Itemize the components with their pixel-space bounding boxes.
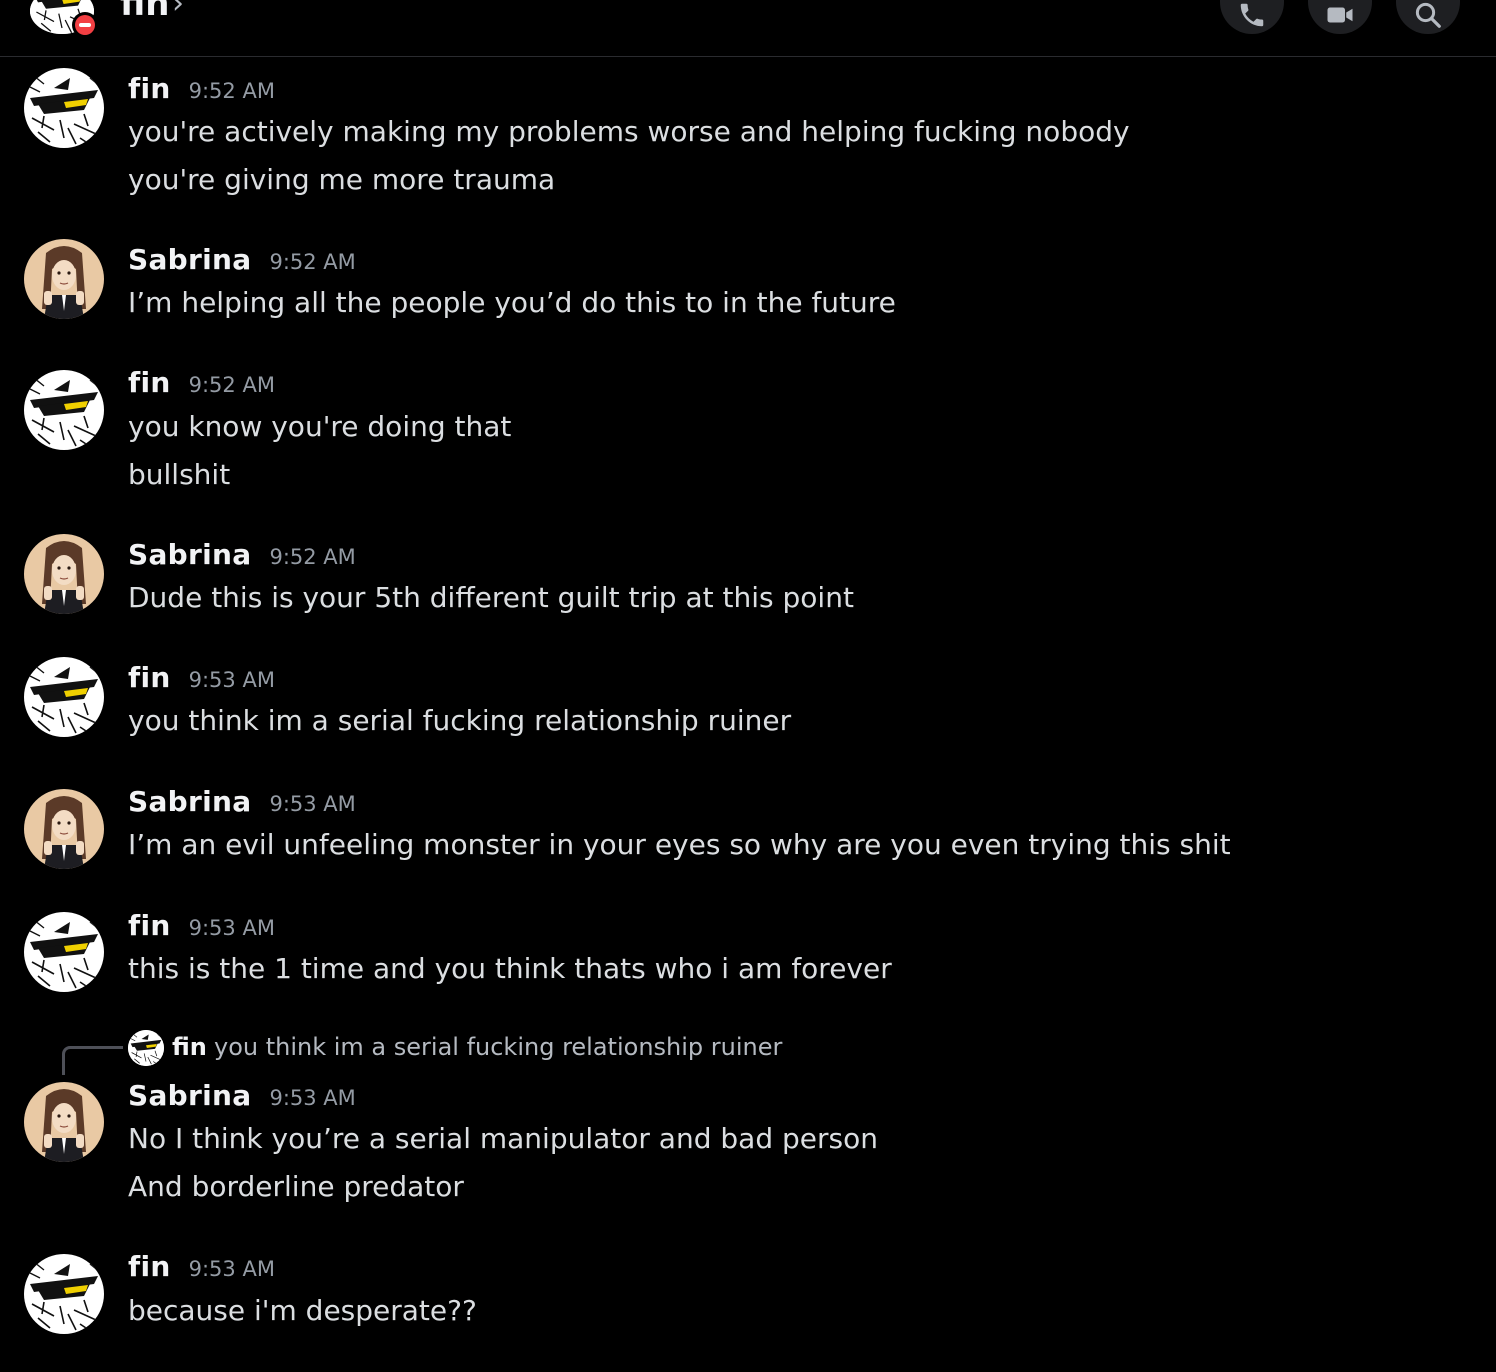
message-meta: fin 9:53 AM bbox=[128, 909, 275, 945]
message-meta: Sabrina 9:52 AM bbox=[128, 538, 356, 574]
author-name[interactable]: fin bbox=[128, 72, 171, 105]
fin-avatar[interactable] bbox=[24, 370, 104, 450]
author-name[interactable]: fin bbox=[128, 909, 171, 942]
message-text: Dude this is your 5th different guilt tr… bbox=[128, 581, 854, 614]
message-meta: fin 9:53 AM bbox=[128, 1250, 275, 1286]
reply-avatar bbox=[128, 1030, 164, 1066]
video-camera-icon bbox=[1327, 7, 1353, 23]
search-icon bbox=[1415, 2, 1441, 28]
message-text: bullshit bbox=[128, 458, 231, 491]
timestamp: 9:52 AM bbox=[188, 373, 275, 397]
message-text: And borderline predator bbox=[128, 1170, 464, 1203]
search-button[interactable] bbox=[1396, 0, 1460, 34]
message-text: because i'm desperate?? bbox=[128, 1294, 477, 1327]
message-text: you think im a serial fucking relationsh… bbox=[128, 704, 792, 737]
timestamp: 9:53 AM bbox=[269, 1086, 356, 1110]
message-text: I’m an evil unfeeling monster in your ey… bbox=[128, 828, 1231, 861]
call-button[interactable] bbox=[1220, 0, 1284, 34]
chat-window: fin › fin 9:52 AM you're actively making… bbox=[0, 0, 1496, 1372]
fin-avatar[interactable] bbox=[24, 657, 104, 737]
sabrina-avatar[interactable] bbox=[24, 239, 104, 319]
chevron-right-icon[interactable]: › bbox=[172, 0, 184, 21]
message-meta: Sabrina 9:52 AM bbox=[128, 243, 356, 279]
timestamp: 9:53 AM bbox=[188, 1257, 275, 1281]
timestamp: 9:52 AM bbox=[269, 545, 356, 569]
message-meta: fin 9:53 AM bbox=[128, 661, 275, 697]
author-name[interactable]: fin bbox=[128, 1250, 171, 1283]
message-text: No I think you’re a serial manipulator a… bbox=[128, 1122, 878, 1155]
message-text: you're actively making my problems worse… bbox=[128, 115, 1130, 148]
author-name[interactable]: Sabrina bbox=[128, 243, 251, 276]
sabrina-avatar[interactable] bbox=[24, 534, 104, 614]
fin-avatar[interactable] bbox=[24, 68, 104, 148]
reply-text[interactable]: you think im a serial fucking relationsh… bbox=[214, 1030, 782, 1064]
reply-author[interactable]: fin bbox=[172, 1030, 207, 1064]
reply-spine bbox=[62, 1046, 123, 1075]
message-meta: fin 9:52 AM bbox=[128, 366, 275, 402]
timestamp: 9:52 AM bbox=[269, 250, 356, 274]
author-name[interactable]: Sabrina bbox=[128, 1079, 251, 1112]
author-name[interactable]: fin bbox=[128, 366, 171, 399]
timestamp: 9:53 AM bbox=[188, 916, 275, 940]
message-text: this is the 1 time and you think thats w… bbox=[128, 952, 892, 985]
video-call-button[interactable] bbox=[1308, 0, 1372, 34]
message-text: I’m helping all the people you’d do this… bbox=[128, 286, 896, 319]
header-title[interactable]: fin bbox=[120, 0, 169, 24]
fin-avatar[interactable] bbox=[24, 912, 104, 992]
message-text: you're giving me more trauma bbox=[128, 163, 556, 196]
message-meta: Sabrina 9:53 AM bbox=[128, 785, 356, 821]
message-meta: fin 9:52 AM bbox=[128, 72, 275, 108]
author-name[interactable]: fin bbox=[128, 661, 171, 694]
sabrina-avatar[interactable] bbox=[24, 1082, 104, 1162]
timestamp: 9:53 AM bbox=[269, 792, 356, 816]
timestamp: 9:52 AM bbox=[188, 79, 275, 103]
message-text: you know you're doing that bbox=[128, 410, 512, 443]
timestamp: 9:53 AM bbox=[188, 668, 275, 692]
author-name[interactable]: Sabrina bbox=[128, 785, 251, 818]
reply-reference[interactable]: fin you think im a serial fucking relati… bbox=[0, 1026, 1496, 1075]
fin-avatar[interactable] bbox=[24, 1254, 104, 1334]
sabrina-avatar[interactable] bbox=[24, 789, 104, 869]
channel-header: fin › bbox=[0, 0, 1496, 57]
message-meta: Sabrina 9:53 AM bbox=[128, 1079, 356, 1115]
phone-icon bbox=[1240, 3, 1264, 27]
author-name[interactable]: Sabrina bbox=[128, 538, 251, 571]
dnd-status-icon bbox=[72, 12, 98, 38]
